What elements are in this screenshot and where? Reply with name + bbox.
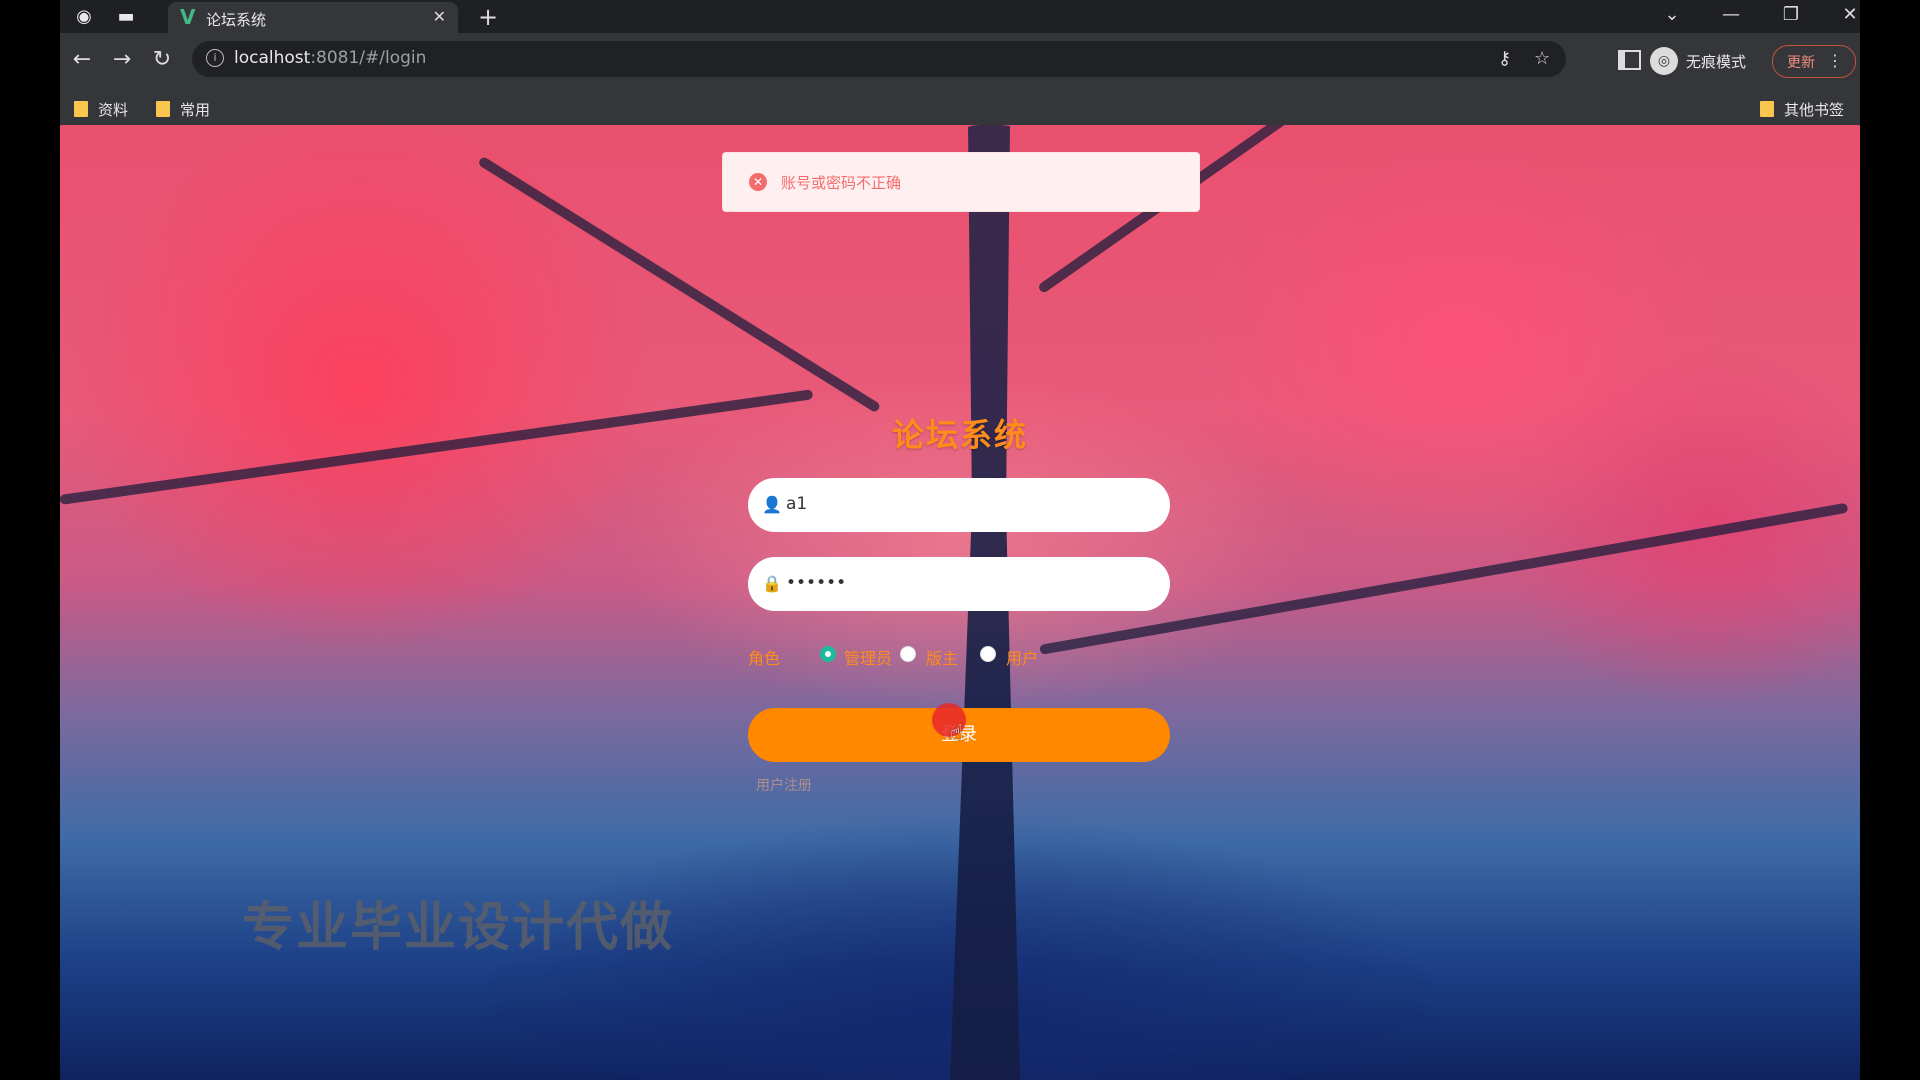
username-field[interactable]: 👤 a1: [748, 478, 1170, 532]
other-bookmarks-label: 其他书签: [1784, 101, 1845, 119]
browser-toolbar: ← → ↻ i localhost:8081/#/login ⚷ ☆ ◎ 无痕模…: [60, 33, 1860, 89]
browser-window: ◉ ▬ V 论坛系统 ✕ + ⌄ — ❐ ✕ ← → ↻ i localhost…: [60, 0, 1860, 1080]
incognito-label: 无痕模式: [1686, 53, 1747, 71]
background-branch: [60, 389, 814, 505]
folder-icon: [1760, 101, 1774, 117]
error-circle-icon: ✕: [749, 173, 767, 191]
globe-icon[interactable]: ◉: [72, 6, 96, 28]
hand-cursor-icon: ☝: [950, 721, 964, 746]
vue-favicon-icon: V: [180, 5, 196, 29]
error-text: 账号或密码不正确: [781, 174, 902, 192]
bookmark-folder-ziliao[interactable]: 资料: [74, 99, 128, 120]
minimize-icon[interactable]: —: [1716, 4, 1746, 25]
new-tab-icon[interactable]: +: [478, 3, 498, 31]
tab-close-icon[interactable]: ✕: [433, 7, 446, 26]
radio-user-label[interactable]: 用户: [1006, 645, 1038, 669]
register-link[interactable]: 用户注册: [756, 775, 812, 795]
kebab-menu-icon[interactable]: ⋮: [1827, 51, 1843, 70]
bookmark-label: 资料: [98, 101, 129, 119]
chevron-down-icon[interactable]: ⌄: [1657, 4, 1687, 25]
password-field[interactable]: 🔒 ••••••: [748, 557, 1170, 611]
tab-active[interactable]: V 论坛系统 ✕: [168, 2, 458, 33]
side-panel-icon[interactable]: [1618, 50, 1641, 70]
password-value: ••••••: [786, 573, 847, 593]
radio-admin-label[interactable]: 管理员: [844, 645, 892, 669]
restore-icon[interactable]: ❐: [1776, 4, 1806, 25]
login-title: 论坛系统: [891, 416, 1028, 454]
radio-moderator[interactable]: [900, 646, 916, 662]
tab-search-icon[interactable]: ▬: [114, 6, 138, 28]
close-window-icon[interactable]: ✕: [1835, 4, 1860, 25]
tab-strip: ◉ ▬ V 论坛系统 ✕ + ⌄ — ❐ ✕: [60, 0, 1860, 33]
radio-admin[interactable]: [820, 646, 836, 662]
forward-icon[interactable]: →: [108, 47, 136, 72]
radio-user[interactable]: [980, 646, 996, 662]
login-page: ✕ 账号或密码不正确 论坛系统 👤 a1 🔒 •••••• 角色 管理员 版主 …: [60, 125, 1860, 1080]
folder-icon: [74, 101, 88, 117]
other-bookmarks[interactable]: 其他书签: [1760, 99, 1844, 120]
watermark-text: 专业毕业设计代做: [242, 898, 675, 958]
url-path: :8081/#/login: [310, 48, 427, 68]
tab-title: 论坛系统: [206, 11, 267, 29]
reload-icon[interactable]: ↻: [148, 47, 176, 72]
incognito-icon[interactable]: ◎: [1650, 47, 1678, 75]
url-host: localhost: [234, 48, 311, 68]
info-icon[interactable]: i: [206, 49, 224, 67]
bookmark-label: 常用: [180, 101, 211, 119]
lock-icon: 🔒: [762, 574, 782, 593]
role-selector: 角色 管理员 版主 用户: [748, 643, 1188, 669]
update-button[interactable]: 更新 ⋮: [1772, 45, 1856, 78]
role-label: 角色: [748, 649, 781, 668]
key-icon[interactable]: ⚷: [1498, 48, 1511, 69]
bookmarks-bar: 资料 常用 其他书签: [60, 89, 1860, 126]
folder-icon: [156, 101, 170, 117]
update-label: 更新: [1787, 55, 1815, 71]
address-bar[interactable]: i localhost:8081/#/login ⚷ ☆: [192, 41, 1566, 77]
username-value: a1: [786, 494, 808, 514]
url-text: localhost:8081/#/login: [234, 48, 426, 68]
error-message: ✕ 账号或密码不正确: [722, 152, 1200, 212]
star-icon[interactable]: ☆: [1534, 48, 1550, 69]
back-icon[interactable]: ←: [68, 47, 96, 72]
user-icon: 👤: [762, 495, 782, 514]
bookmark-folder-changyong[interactable]: 常用: [156, 99, 210, 120]
radio-moderator-label[interactable]: 版主: [926, 645, 958, 669]
